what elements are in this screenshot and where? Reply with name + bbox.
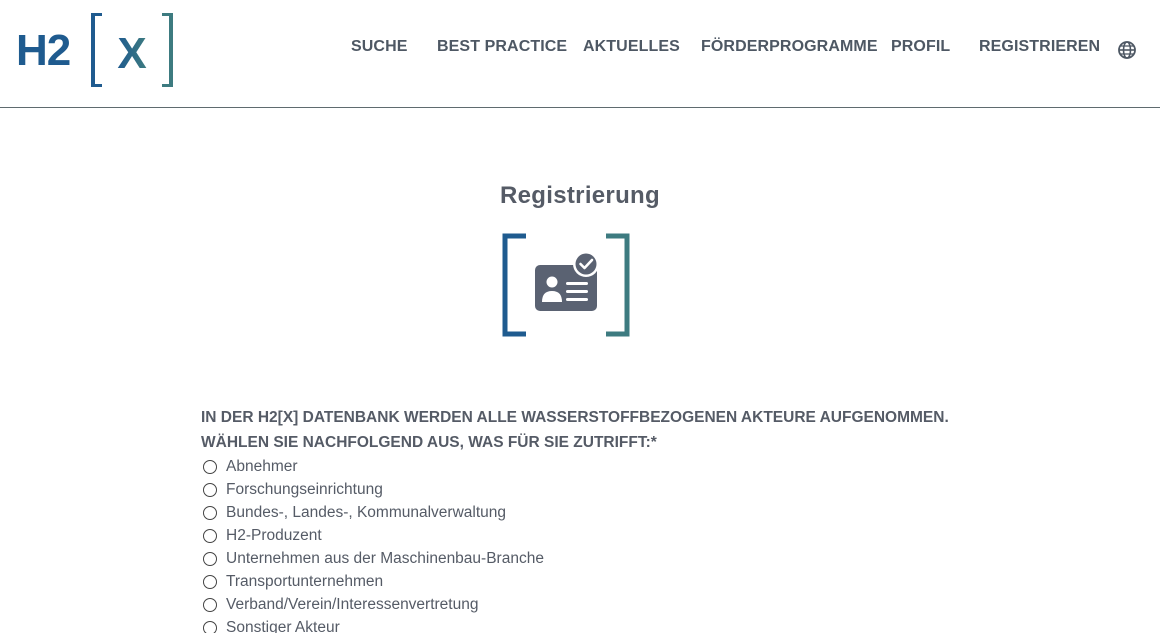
site-header: H2 X SUCHE BEST PRACTICE AKTUELLES FÖRDE… xyxy=(0,0,1160,108)
nav-registrieren[interactable]: REGISTRIEREN xyxy=(979,38,1100,56)
option-label: Bundes-, Landes-, Kommunalverwaltung xyxy=(226,503,507,521)
option-label: H2-Produzent xyxy=(226,526,322,544)
actor-type-options: Abnehmer Forschungseinrichtung Bundes-, … xyxy=(203,455,803,633)
nav-suche[interactable]: SUCHE xyxy=(351,38,408,56)
radio-button[interactable] xyxy=(203,551,217,566)
option-label: Abnehmer xyxy=(226,457,298,475)
question-line-1: IN DER H2[X] DATENBANK WERDEN ALLE WASSE… xyxy=(201,409,949,426)
radio-button[interactable] xyxy=(203,482,217,497)
option-label: Transportunternehmen xyxy=(226,572,384,590)
globe-icon[interactable] xyxy=(1117,40,1137,60)
radio-button[interactable] xyxy=(203,528,217,543)
nav-best-practice[interactable]: BEST PRACTICE xyxy=(437,38,567,56)
question-line-2: WÄHLEN SIE NACHFOLGEND AUS, WAS FÜR SIE … xyxy=(201,434,657,451)
page-title: Registrierung xyxy=(500,182,660,209)
nav-profil[interactable]: PROFIL xyxy=(891,38,950,56)
option-abnehmer[interactable]: Abnehmer xyxy=(203,455,803,478)
nav-aktuelles[interactable]: AKTUELLES xyxy=(583,38,680,56)
option-sonstiger-akteur[interactable]: Sonstiger Akteur xyxy=(203,616,803,633)
id-card-check-icon xyxy=(502,233,630,337)
radio-button[interactable] xyxy=(203,620,217,633)
option-label: Sonstiger Akteur xyxy=(226,618,340,633)
option-verwaltung[interactable]: Bundes-, Landes-, Kommunalverwaltung xyxy=(203,501,803,524)
option-label: Forschungseinrichtung xyxy=(226,480,383,498)
radio-button[interactable] xyxy=(203,459,217,474)
radio-button[interactable] xyxy=(203,574,217,589)
option-transportunternehmen[interactable]: Transportunternehmen xyxy=(203,570,803,593)
option-label: Verband/Verein/Interessenvertretung xyxy=(226,595,479,613)
option-label: Unternehmen aus der Maschinenbau-Branche xyxy=(226,549,544,567)
option-maschinenbau[interactable]: Unternehmen aus der Maschinenbau-Branche xyxy=(203,547,803,570)
option-verband[interactable]: Verband/Verein/Interessenvertretung xyxy=(203,593,803,616)
main-nav: SUCHE BEST PRACTICE AKTUELLES FÖRDERPROG… xyxy=(0,38,1160,62)
nav-foerderprogramme[interactable]: FÖRDERPROGRAMME xyxy=(701,38,878,56)
option-h2-produzent[interactable]: H2-Produzent xyxy=(203,524,803,547)
radio-button[interactable] xyxy=(203,505,217,520)
radio-button[interactable] xyxy=(203,597,217,612)
actor-question: IN DER H2[X] DATENBANK WERDEN ALLE WASSE… xyxy=(201,405,961,455)
option-forschungseinrichtung[interactable]: Forschungseinrichtung xyxy=(203,478,803,501)
